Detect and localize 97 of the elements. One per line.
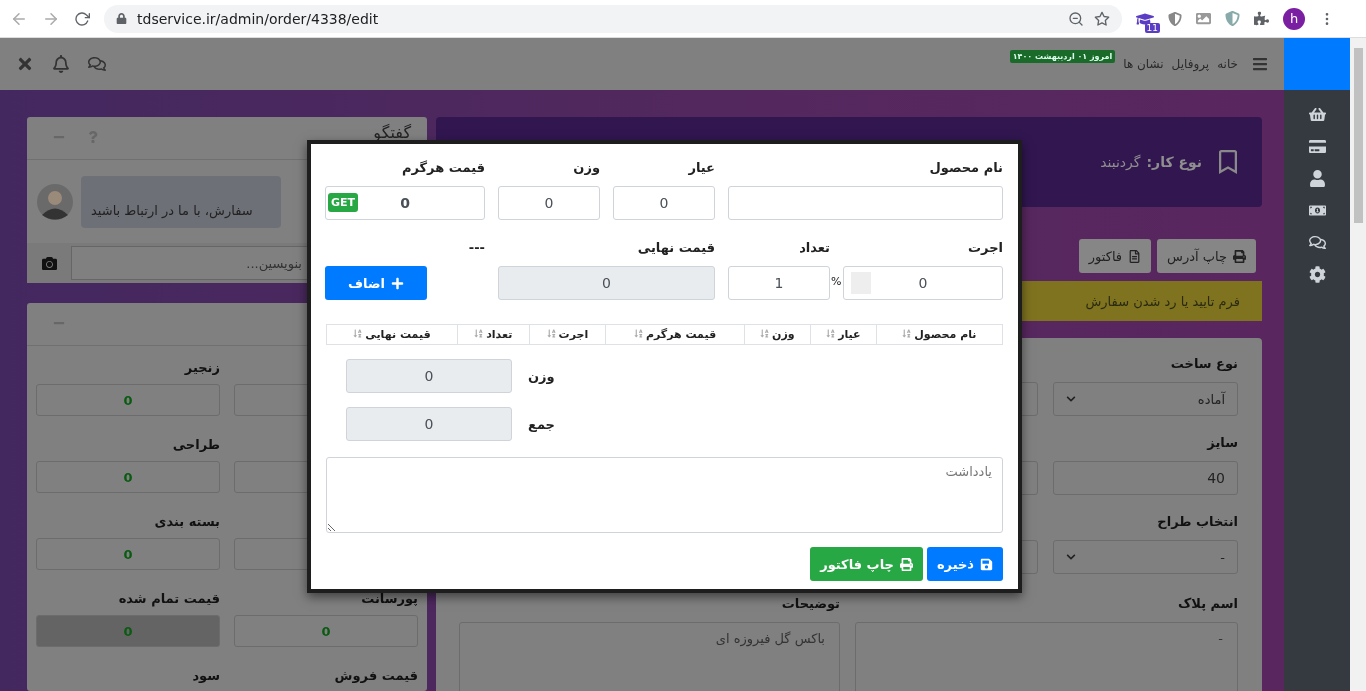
shield-icon[interactable] (1225, 11, 1240, 26)
document-icon (1128, 249, 1142, 263)
zoom-icon[interactable] (1068, 10, 1084, 27)
select-field[interactable]: - (1053, 540, 1238, 574)
lock-icon (116, 13, 127, 24)
save-icon (980, 557, 993, 571)
column-header[interactable]: وزن (744, 324, 811, 345)
avatar-icon (37, 183, 73, 220)
message-text: سفارش، با ما در ارتباط باشید (91, 202, 253, 218)
credit-card-icon[interactable] (1308, 137, 1326, 155)
column-header[interactable]: تعداد (457, 324, 529, 345)
user-icon[interactable] (1308, 169, 1326, 187)
field-label: انتخاب طراح (1156, 514, 1238, 531)
card-title: گفتگو (373, 123, 411, 142)
toolbar-button[interactable]: فاکتور (1078, 239, 1152, 273)
job-label: نوع کار: (1146, 154, 1202, 170)
printer-icon (899, 557, 913, 571)
field-label: وزن (572, 160, 600, 177)
close-icon[interactable] (16, 55, 34, 73)
image-icon[interactable] (1196, 11, 1211, 26)
print-button[interactable]: چاپ فاکتور (810, 547, 923, 581)
input-field[interactable]: 0 (346, 359, 512, 393)
total-label: جمع (528, 416, 555, 432)
input-field[interactable]: 40 (1053, 461, 1238, 495)
sort-icon[interactable] (826, 329, 836, 338)
input-field[interactable]: 0 (613, 186, 715, 220)
extension-badge: 11 (1144, 22, 1160, 33)
text-area[interactable]: - (855, 622, 1238, 691)
url-text: tdservice.ir/admin/order/4338/edit (137, 10, 380, 27)
input-field[interactable]: 0 (843, 266, 1003, 300)
field-label: بسته بندی (153, 514, 220, 531)
plus-icon (391, 276, 404, 290)
field-label: --- (467, 240, 485, 257)
menu-icon[interactable] (1252, 56, 1268, 72)
comments-icon[interactable] (88, 55, 106, 73)
sidebar-header (1284, 38, 1350, 90)
field-label: سایز (1205, 435, 1238, 452)
toolbar-button[interactable]: چاپ آدرس (1157, 239, 1256, 273)
shield-icon[interactable] (1168, 11, 1182, 26)
reload-icon[interactable] (74, 10, 90, 27)
nav-link[interactable]: خانه (1217, 57, 1238, 71)
bell-icon[interactable] (52, 55, 70, 73)
sort-icon[interactable] (353, 329, 363, 338)
field-label: قیمت نهایی (636, 240, 715, 257)
field-label: پورسانت (360, 591, 418, 608)
input-field[interactable] (728, 186, 1003, 220)
extensions-icon[interactable] (1254, 11, 1269, 26)
column-header[interactable]: عیار (810, 324, 877, 345)
save-button[interactable]: ذخیره (926, 547, 1003, 581)
star-icon[interactable] (1094, 10, 1110, 27)
field-label: قیمت فروش (333, 668, 418, 685)
column-header[interactable]: اجرت (529, 324, 606, 345)
sort-icon[interactable] (546, 329, 556, 338)
field-label: تعداد (798, 240, 830, 257)
field-label: اجرت (967, 240, 1003, 257)
nav-link[interactable]: پروفایل (1171, 57, 1210, 71)
field-label: قیمت هرگرم (400, 160, 485, 178)
sort-icon[interactable] (760, 329, 770, 338)
field-label: زنجیر (183, 360, 220, 377)
field-label: سود (191, 668, 220, 685)
sort-icon[interactable] (633, 329, 643, 338)
field-label: طراحی (171, 437, 220, 454)
field-label: نوع ساخت (1169, 356, 1238, 373)
date-badge: امروز ۰۱ اردیبهشت ۱۴۰۰ (1009, 49, 1116, 63)
input-field[interactable]: 0 (498, 266, 715, 300)
total-label: وزن (528, 368, 555, 384)
column-header[interactable]: قیمت نهایی (326, 324, 458, 345)
bookmark-icon (1216, 150, 1240, 174)
chevron-icon (1066, 552, 1076, 562)
select-field[interactable]: آماده (1053, 382, 1238, 416)
basket-icon[interactable] (1308, 105, 1326, 123)
nav-link[interactable]: نشان ها (1123, 57, 1164, 71)
address-bar[interactable]: tdservice.ir/admin/order/4338/edit (104, 4, 1122, 33)
field-label: توضیحات (780, 596, 840, 613)
job-value: گردنبند (1100, 154, 1141, 170)
comments-icon[interactable] (1308, 233, 1326, 251)
field-label: اسم پلاک (1176, 596, 1238, 613)
field-label: عیار (687, 160, 715, 177)
scrollbar[interactable] (1350, 38, 1366, 691)
sort-icon[interactable] (902, 329, 912, 338)
column-header[interactable]: نام محصول (876, 324, 1003, 345)
printer-icon (1233, 249, 1246, 263)
field-label: نام محصول (928, 160, 1003, 178)
text-area[interactable]: باکس گل فیروزه ای (459, 622, 840, 691)
get-button[interactable]: GET (328, 193, 359, 212)
column-header[interactable]: قیمت هرگرم (605, 324, 745, 345)
settings-icon[interactable] (1308, 265, 1326, 283)
profile-avatar[interactable]: h (1283, 7, 1305, 30)
sort-icon[interactable] (474, 329, 484, 338)
camera-icon (41, 255, 57, 271)
input-field[interactable]: 0 (346, 407, 512, 441)
chevron-icon (1066, 394, 1076, 404)
input-field[interactable]: 0 (498, 186, 600, 220)
field-label: قیمت تمام شده (117, 591, 220, 609)
note-field[interactable]: یادداشت (326, 457, 1003, 533)
add-button[interactable]: اضاف (325, 266, 427, 300)
input-field[interactable]: 1 (728, 266, 830, 300)
